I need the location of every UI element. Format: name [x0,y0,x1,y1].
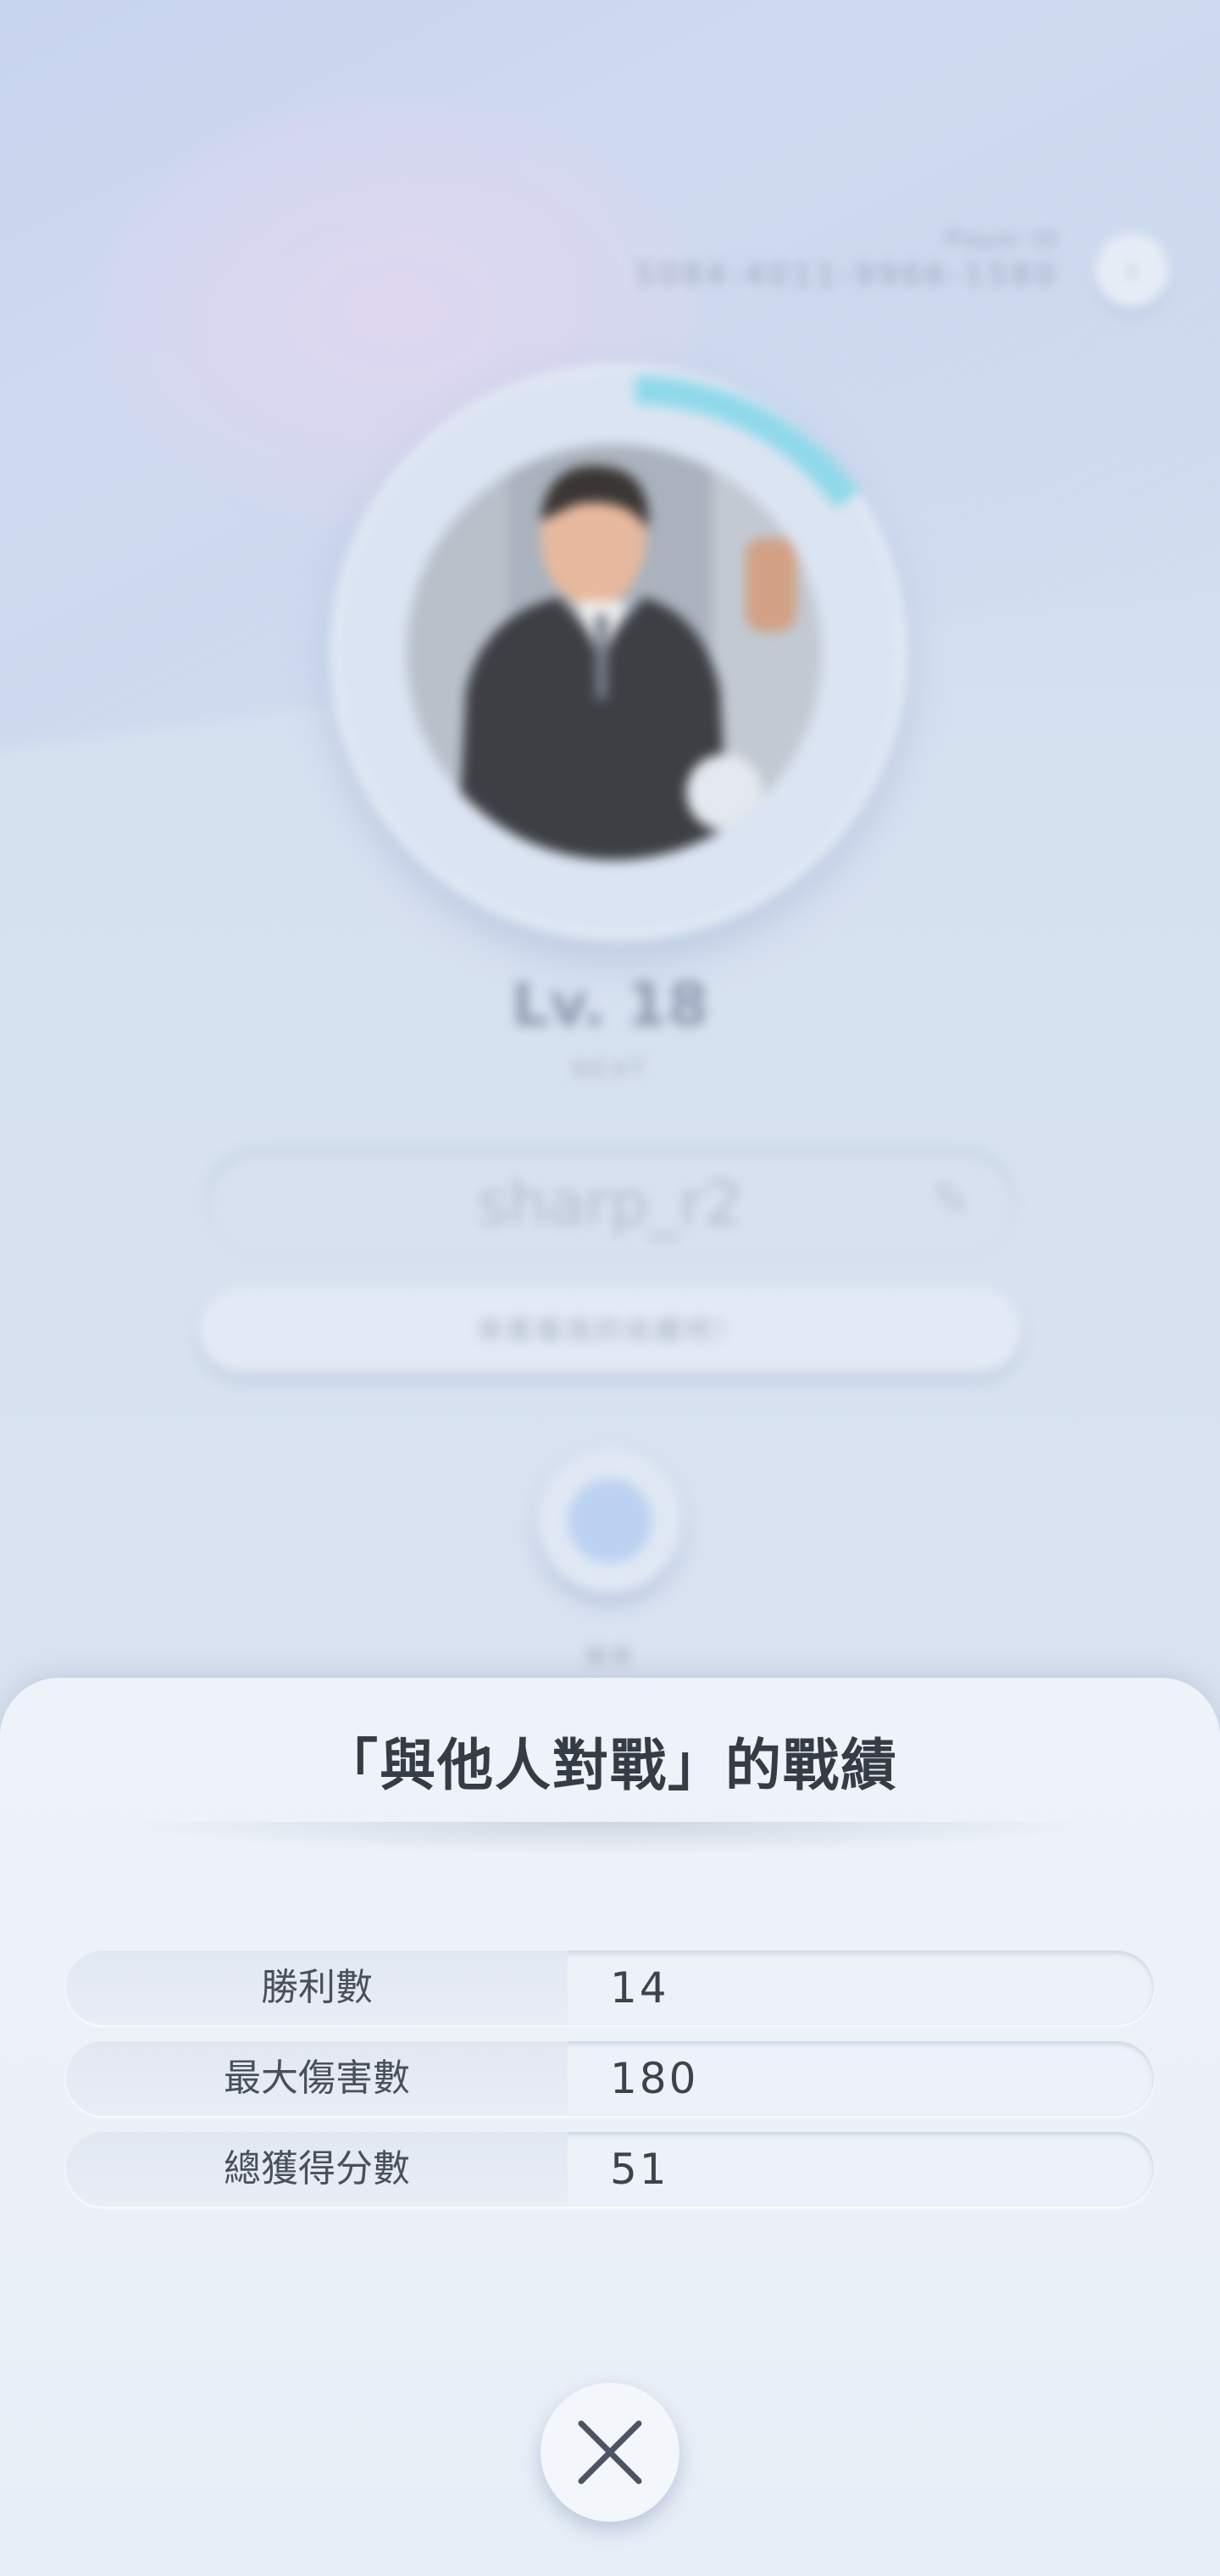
stat-value: 14 [610,1963,669,2012]
stat-label: 總獲得分數 [66,2132,568,2207]
username-text: sharp_r2 [477,1168,743,1239]
player-id: 5084-4011-9966-1580 [635,258,1059,292]
username-field[interactable]: sharp_r2 [203,1148,1017,1258]
sheet-title: 「與他人對戰」的戰績 [322,1733,898,1798]
stat-row-max-damage: 最大傷害數 180 [66,2041,1154,2116]
player-id-block: Player ID 5084-4011-9966-1580 [635,227,1059,292]
copy-id-button[interactable]: › [1095,233,1169,308]
stat-row-wins: 勝利數 14 [66,1951,1154,2025]
level-text: Lv. 18 [511,970,709,1040]
battle-record-sheet: 「與他人對戰」的戰績 勝利數 14 最大傷害數 180 總獲得分數 51 [0,1678,1220,2576]
chevron-right-icon: › [1125,251,1139,290]
level-subtext: NEXT [571,1055,649,1083]
stat-label: 勝利數 [66,1951,568,2025]
badge-label: 徽章 [585,1645,635,1670]
stat-label: 最大傷害數 [66,2041,568,2116]
title-divider [119,1822,1101,1856]
avatar-portrait-icon [407,445,822,860]
screen: Player ID 5084-4011-9966-1580 › Lv. 18 N… [0,0,1220,2576]
avatar[interactable] [407,445,822,860]
stat-value: 180 [610,2054,699,2103]
profile-message-text: 來看看我的收藏吧！ [476,1314,744,1346]
stats-table: 勝利數 14 最大傷害數 180 總獲得分數 51 [66,1951,1154,2223]
stat-value: 51 [610,2145,669,2194]
badge-icon [568,1479,652,1563]
profile-message[interactable]: 來看看我的收藏吧！ [199,1288,1021,1373]
stat-row-total-score: 總獲得分數 51 [66,2132,1154,2207]
close-icon [578,2420,642,2484]
pencil-icon[interactable]: ✎ [932,1174,972,1229]
player-id-label: Player ID [945,227,1059,253]
close-button[interactable] [541,2383,679,2522]
badge-button[interactable] [538,1449,682,1593]
